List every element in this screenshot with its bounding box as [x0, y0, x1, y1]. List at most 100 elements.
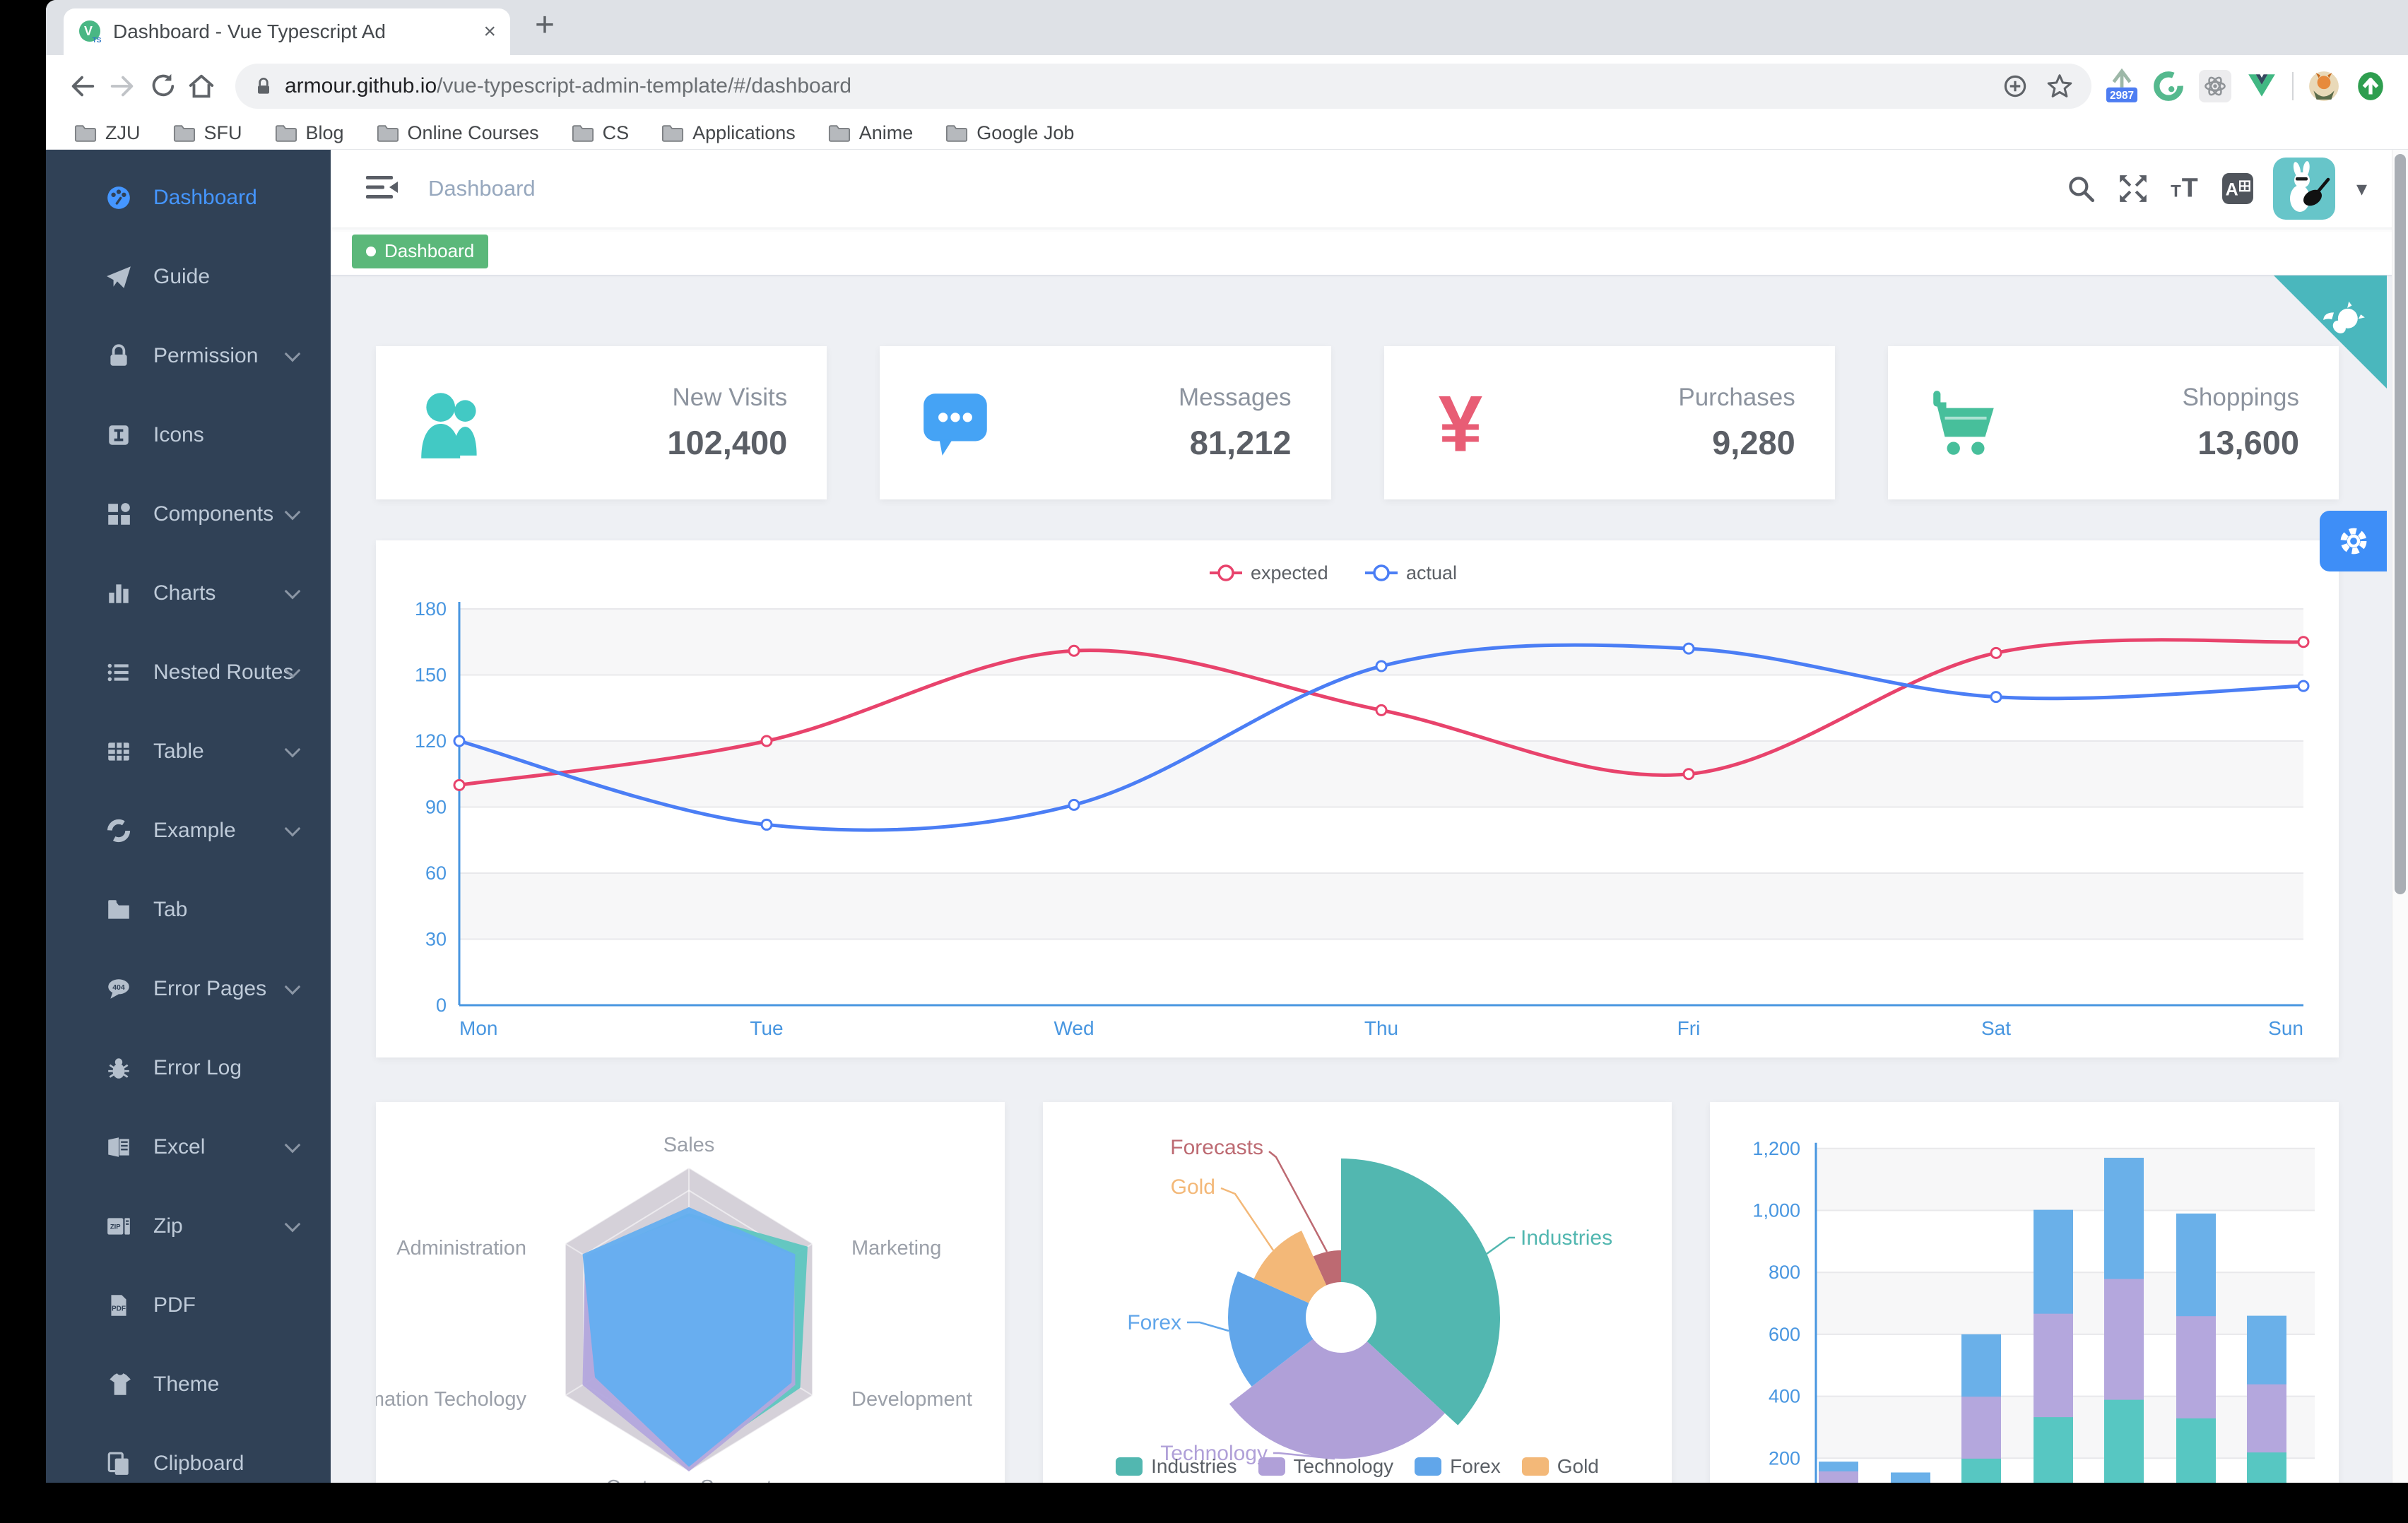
sidebar-item-theme[interactable]: Theme	[46, 1345, 331, 1424]
svg-text:A: A	[2226, 179, 2238, 199]
browser-tab[interactable]: V TS Dashboard - Vue Typescript Ad ×	[64, 8, 510, 55]
stat-card-shoppings[interactable]: Shoppings 13,600	[1887, 346, 2339, 499]
legend-label: Forex	[1450, 1455, 1501, 1477]
extension-badge-icon[interactable]: 2987	[2106, 66, 2138, 106]
scrollbar-thumb[interactable]	[2395, 154, 2406, 894]
sidebar-item-nested-routes[interactable]: Nested Routes	[46, 633, 331, 712]
reload-icon[interactable]	[142, 66, 182, 106]
vue-ts-favicon: V TS	[78, 20, 102, 45]
sidebar-item-zip[interactable]: ZIP Zip	[46, 1187, 331, 1266]
sidebar-item-guide[interactable]: Guide	[46, 237, 331, 316]
tab-close-icon[interactable]: ×	[483, 20, 496, 44]
bookmark-zju[interactable]: ZJU	[74, 122, 141, 144]
pie-chart: IndustriesTechnologyForexGoldForecasts	[1127, 1136, 1612, 1465]
legend-swatch	[1415, 1457, 1442, 1476]
plus-circle-icon[interactable]	[2001, 72, 2029, 100]
sidebar-item-permission[interactable]: Permission	[46, 316, 331, 396]
folder-icon	[661, 124, 684, 143]
extension-green-icon[interactable]	[2152, 66, 2185, 106]
back-icon[interactable]	[63, 66, 102, 106]
bookmark-sfu[interactable]: SFU	[173, 122, 242, 144]
sidebar-item-label: Guide	[153, 265, 211, 288]
translate-icon[interactable]: A	[2221, 172, 2255, 206]
svg-text:Marketing: Marketing	[851, 1237, 941, 1260]
home-icon[interactable]	[182, 66, 221, 106]
github-corner-ribbon[interactable]	[2274, 275, 2387, 389]
legend-swatch	[1116, 1457, 1143, 1476]
svg-text:Mon: Mon	[459, 1017, 497, 1039]
svg-text:T: T	[2182, 173, 2198, 203]
bookmark-anime[interactable]: Anime	[828, 122, 913, 144]
chevron-down-icon[interactable]: ▾	[2356, 177, 2367, 201]
fullscreen-icon[interactable]	[2116, 172, 2150, 206]
tag-dashboard[interactable]: Dashboard	[352, 234, 489, 268]
stat-card-new-visits[interactable]: New Visits 102,400	[376, 346, 827, 499]
forward-icon[interactable]	[102, 66, 142, 106]
stat-card-messages[interactable]: Messages 81,212	[880, 346, 1331, 499]
screenshot-stage: V TS Dashboard - Vue Typescript Ad × + a…	[0, 0, 2408, 1523]
bookmark-star-icon[interactable]	[2045, 71, 2074, 101]
pie-legend-item-technology[interactable]: Technology	[1258, 1455, 1393, 1478]
chevron-down-icon	[284, 1137, 301, 1154]
pie-chart-card: Industries Technology Forex Gold Forecasts I…	[1043, 1102, 1672, 1483]
svg-text:PDF: PDF	[112, 1305, 126, 1312]
svg-text:T: T	[2171, 182, 2181, 201]
stat-card-purchases[interactable]: ¥ Purchases 9,280	[1383, 346, 1835, 499]
example-icon	[105, 817, 132, 844]
svg-text:90: 90	[425, 797, 447, 818]
sidebar-item-table[interactable]: Table	[46, 712, 331, 791]
new-tab-button[interactable]: +	[535, 6, 555, 45]
sidebar-item-excel[interactable]: Excel	[46, 1108, 331, 1187]
dashboard-icon	[105, 184, 132, 211]
app-navbar: Dashboard TT A ▾	[331, 150, 2408, 227]
user-avatar[interactable]	[2272, 158, 2335, 220]
tag-label: Dashboard	[384, 240, 475, 261]
bookmark-google-job[interactable]: Google Job	[945, 122, 1074, 144]
pie-legend-item-forex[interactable]: Forex	[1415, 1455, 1501, 1478]
extension-vue-icon[interactable]	[2245, 66, 2278, 106]
sidebar-item-error-log[interactable]: Error Log	[46, 1029, 331, 1108]
address-bar[interactable]: armour.github.io/vue-typescript-admin-te…	[235, 64, 2091, 109]
scrollbar-track[interactable]	[2392, 150, 2408, 1483]
hamburger-icon[interactable]	[366, 174, 399, 203]
svg-text:Wed: Wed	[1054, 1017, 1094, 1039]
sidebar-item-label: Zip	[153, 1214, 183, 1238]
pie-legend-item-industries[interactable]: Industries	[1116, 1455, 1237, 1478]
chevron-down-icon	[284, 741, 301, 758]
excel-icon	[105, 1134, 132, 1161]
search-icon[interactable]	[2064, 172, 2098, 206]
svg-text:150: 150	[415, 665, 447, 686]
sidebar-item-clipboard[interactable]: Clipboard	[46, 1424, 331, 1483]
svg-text:1,200: 1,200	[1752, 1138, 1800, 1159]
sidebar-item-pdf[interactable]: PDF PDF	[46, 1266, 331, 1345]
sidebar-item-components[interactable]: Components	[46, 475, 331, 554]
pie-legend-item-gold[interactable]: Gold	[1521, 1455, 1599, 1478]
text-size-icon[interactable]: TT	[2168, 172, 2202, 206]
profile-avatar[interactable]	[2308, 66, 2340, 106]
bookmark-label: Blog	[305, 122, 344, 143]
app-root: Dashboard Guide Permission Icons Components C…	[46, 150, 2408, 1483]
svg-text:Sun: Sun	[2268, 1017, 2303, 1039]
sidebar-item-label: Charts	[153, 581, 216, 605]
sidebar-item-error-pages[interactable]: 404 Error Pages	[46, 949, 331, 1029]
sidebar-item-dashboard[interactable]: Dashboard	[46, 158, 331, 237]
bookmark-online-courses[interactable]: Online Courses	[377, 122, 539, 144]
sidebar-item-label: PDF	[153, 1293, 196, 1317]
bookmark-applications[interactable]: Applications	[661, 122, 796, 144]
browser-toolbar: armour.github.io/vue-typescript-admin-te…	[46, 55, 2408, 117]
bookmark-blog[interactable]: Blog	[275, 122, 344, 144]
extension-react-icon[interactable]	[2199, 66, 2231, 106]
folder-icon	[74, 124, 97, 143]
sidebar-item-tab[interactable]: Tab	[46, 870, 331, 949]
legend-item-expected[interactable]: expected	[1210, 562, 1328, 583]
sidebar-item-icons[interactable]: Icons	[46, 396, 331, 475]
chevron-down-icon	[284, 1216, 301, 1233]
bookmark-cs[interactable]: CS	[572, 122, 629, 144]
settings-panel-button[interactable]	[2320, 511, 2387, 571]
chrome-update-icon[interactable]	[2354, 66, 2387, 106]
sidebar-item-example[interactable]: Example	[46, 791, 331, 870]
bar-chart-card: 1,200 1,000 800 600 400 200	[1710, 1102, 2339, 1483]
legend-item-actual[interactable]: actual	[1365, 562, 1457, 583]
radar-chart: Sales Marketing Development Customer Suppor…	[376, 1134, 972, 1483]
sidebar-item-charts[interactable]: Charts	[46, 554, 331, 633]
